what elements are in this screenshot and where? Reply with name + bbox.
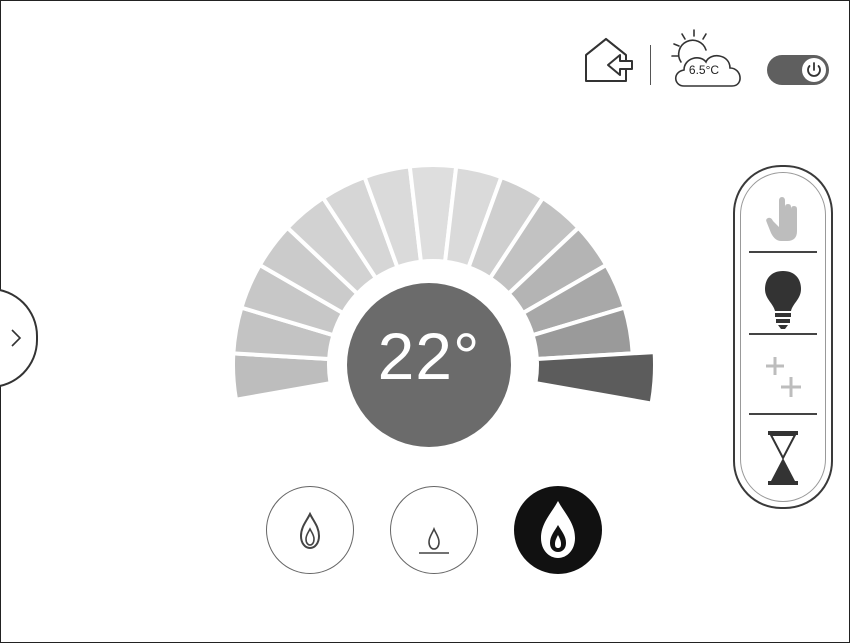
large-flame-icon xyxy=(541,501,575,558)
home-return-icon[interactable] xyxy=(582,33,634,85)
flame-icon xyxy=(299,511,321,550)
timer-mode-button[interactable] xyxy=(735,419,831,499)
boost-mode-button[interactable] xyxy=(735,335,831,415)
mode-panel xyxy=(733,165,833,509)
temperature-value: 22° xyxy=(377,319,481,393)
plus-plus-icon xyxy=(766,357,801,397)
sun-cloud-icon xyxy=(660,28,748,94)
light-mode-button[interactable] xyxy=(735,255,831,335)
lightbulb-icon xyxy=(765,271,801,329)
power-icon xyxy=(807,62,821,77)
manual-mode-button[interactable] xyxy=(735,173,831,253)
outdoor-temperature: 6.5°C xyxy=(688,63,720,77)
mode-separator xyxy=(749,251,817,253)
power-knob xyxy=(802,58,826,82)
low-flame-mode-button[interactable] xyxy=(390,486,478,574)
top-bar: 6.5°C xyxy=(0,0,850,110)
high-flame-mode-button[interactable] xyxy=(514,486,602,574)
chevron-right-icon xyxy=(11,329,22,347)
small-flame-icon xyxy=(419,526,449,554)
power-toggle[interactable] xyxy=(767,55,829,85)
header-divider xyxy=(650,45,651,85)
mode-separator xyxy=(749,413,817,415)
flame-mode-button[interactable] xyxy=(266,486,354,574)
hourglass-icon xyxy=(768,431,798,485)
hand-manual-icon xyxy=(766,197,797,241)
